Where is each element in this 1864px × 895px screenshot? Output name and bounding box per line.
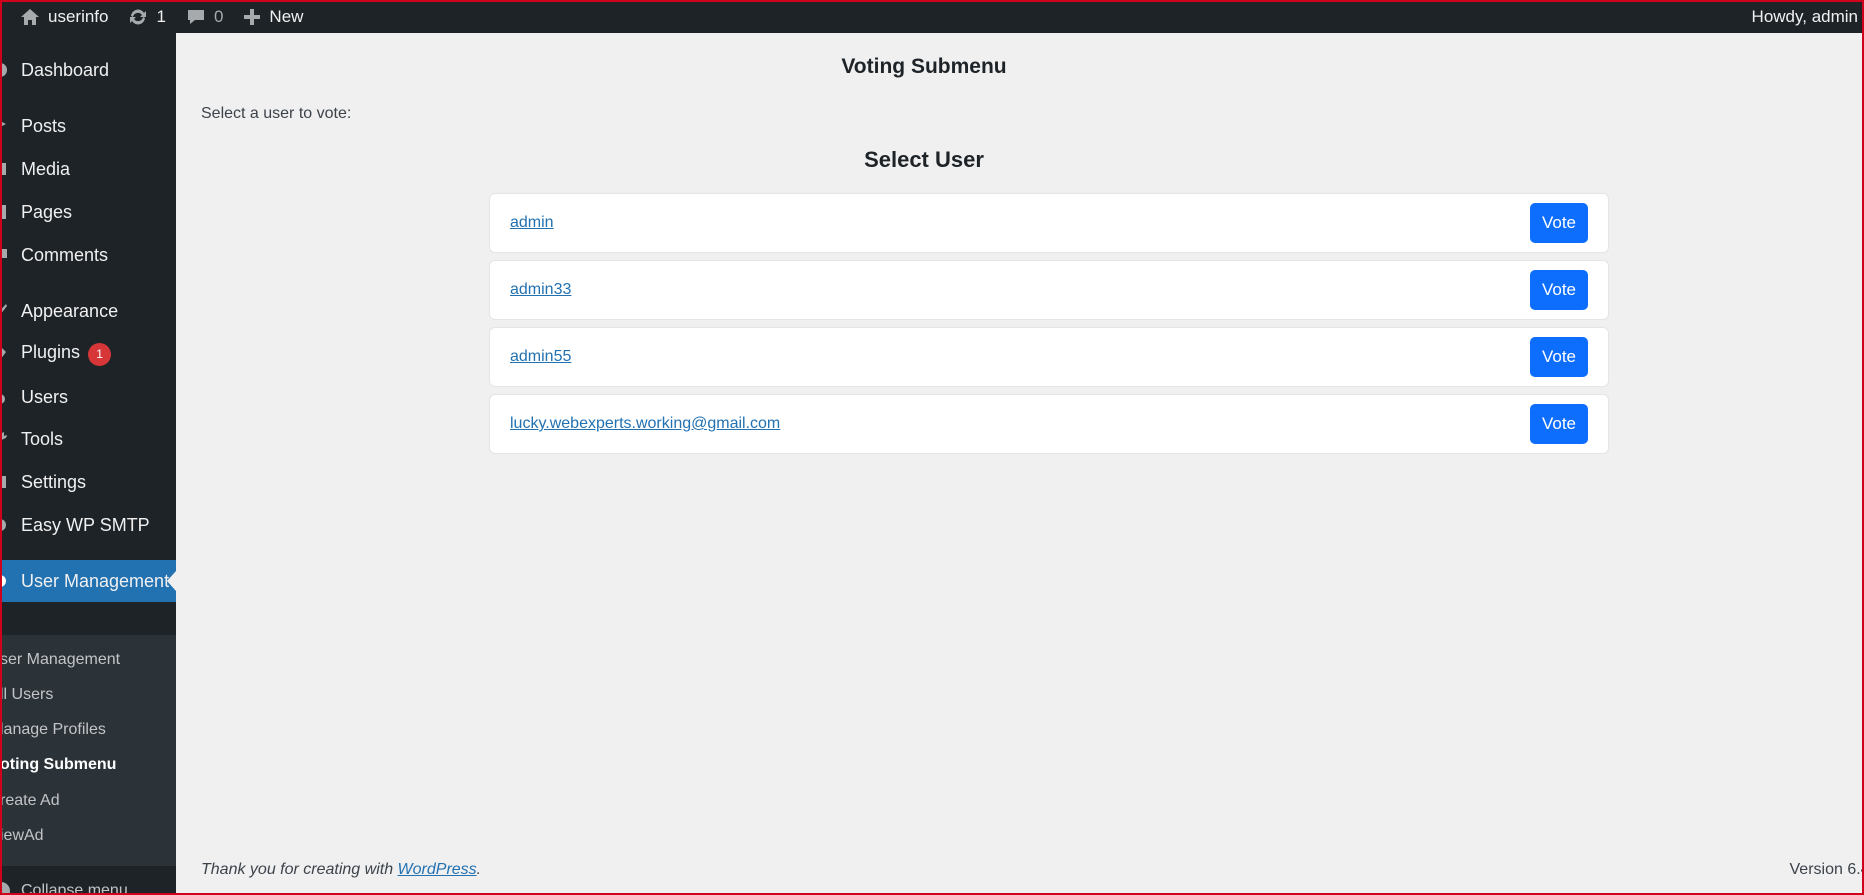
submenu-item-all-users[interactable]: ll Users — [0, 680, 176, 710]
footer-version: Version 6.4. — [1789, 861, 1864, 878]
howdy-text: Howdy, admin — [1751, 6, 1858, 26]
vote-button[interactable]: Vote — [1530, 203, 1588, 243]
site-name: userinfo — [48, 6, 109, 26]
main-content: Voting Submenu Select a user to vote: Se… — [176, 33, 1864, 895]
user-link[interactable]: admin55 — [510, 348, 571, 366]
admin-bar: userinfo 1 0 New Howdy, admin — [0, 0, 1864, 33]
plugin-update-badge: 1 — [88, 342, 112, 366]
sidebar-item-label: Pages — [21, 201, 73, 222]
home-icon — [20, 8, 40, 26]
vote-button[interactable]: Vote — [1530, 270, 1588, 310]
brush-icon — [0, 302, 8, 320]
plus-icon — [243, 8, 261, 26]
comments-count: 0 — [213, 6, 224, 26]
updates-icon — [128, 8, 148, 26]
collapse-menu-button[interactable]: Collapse menu — [0, 871, 176, 895]
sidebar-item-label: Settings — [21, 471, 87, 492]
vote-button[interactable]: Vote — [1530, 404, 1588, 444]
sidebar-item-comments[interactable]: Comments — [0, 234, 176, 276]
site-name-link[interactable]: userinfo — [10, 0, 118, 33]
sidebar-item-settings[interactable]: Settings — [0, 461, 176, 503]
user-list: admin Vote admin33 Vote admin55 Vote luc… — [489, 193, 1609, 461]
comment-bubble-icon — [186, 8, 206, 26]
pin-icon — [0, 117, 8, 135]
user-link[interactable]: lucky.webexperts.working@gmail.com — [510, 415, 780, 433]
sidebar-item-label: Appearance — [21, 300, 119, 321]
user-link[interactable]: admin33 — [510, 281, 571, 299]
sidebar-item-label: Media — [21, 158, 71, 179]
sidebar-item-label: Tools — [21, 428, 64, 449]
page-icon — [0, 203, 8, 221]
admin-sidebar: Dashboard Posts Media Pages Comments App… — [0, 33, 176, 895]
comment-icon — [0, 246, 8, 264]
collapse-arrow-icon — [0, 882, 10, 895]
section-title: Select User — [864, 147, 984, 172]
sidebar-item-label: Comments — [21, 244, 109, 265]
sidebar-item-tools[interactable]: Tools — [0, 418, 176, 460]
sidebar-item-appearance[interactable]: Appearance — [0, 290, 176, 332]
comments-link[interactable]: 0 — [176, 0, 233, 33]
wordpress-logo-icon[interactable] — [0, 0, 10, 33]
new-content-link[interactable]: New — [233, 0, 313, 33]
intro-text: Select a user to vote: — [201, 105, 352, 122]
collapse-menu-label: Collapse menu — [21, 882, 128, 895]
user-link[interactable]: admin — [510, 214, 554, 232]
mail-icon — [0, 516, 8, 534]
user-icon — [0, 388, 8, 406]
sidebar-item-label: Easy WP SMTP — [21, 514, 150, 535]
list-item: admin33 Vote — [489, 260, 1609, 320]
plugin-icon — [0, 345, 8, 363]
sidebar-item-user-management[interactable]: User Management — [0, 560, 176, 602]
new-label: New — [269, 6, 304, 26]
sidebar-item-dashboard[interactable]: Dashboard — [0, 49, 176, 91]
sidebar-item-label: Users — [21, 386, 69, 407]
sidebar-item-easy-wp-smtp[interactable]: Easy WP SMTP — [0, 504, 176, 546]
dashboard-icon — [0, 61, 8, 79]
wordpress-link[interactable]: WordPress — [398, 861, 477, 878]
submenu-item-create-ad[interactable]: reate Ad — [0, 786, 176, 816]
sidebar-item-users[interactable]: Users — [0, 376, 176, 418]
wrench-icon — [0, 430, 8, 448]
sidebar-item-label: Posts — [21, 115, 67, 136]
user-management-submenu: ser Management ll Users lanage Profiles … — [0, 635, 176, 866]
sidebar-item-posts[interactable]: Posts — [0, 105, 176, 147]
updates-link[interactable]: 1 — [118, 0, 175, 33]
sidebar-item-pages[interactable]: Pages — [0, 191, 176, 233]
updates-count: 1 — [156, 6, 166, 26]
media-icon — [0, 160, 8, 178]
list-item: admin55 Vote — [489, 327, 1609, 387]
footer-thanks: Thank you for creating with WordPress. — [201, 861, 482, 878]
page-title: Voting Submenu — [841, 55, 1007, 78]
submenu-item-user-management[interactable]: ser Management — [0, 645, 176, 675]
sidebar-item-media[interactable]: Media — [0, 148, 176, 190]
vote-button[interactable]: Vote — [1530, 337, 1588, 377]
list-item: admin Vote — [489, 193, 1609, 253]
list-item: lucky.webexperts.working@gmail.com Vote — [489, 394, 1609, 454]
gear-icon — [0, 572, 8, 590]
my-account-link[interactable]: Howdy, admin — [1742, 0, 1864, 33]
sidebar-item-label: User Management — [21, 570, 170, 591]
submenu-item-voting-submenu[interactable]: oting Submenu — [0, 750, 176, 780]
sidebar-item-label: Plugins 1 — [21, 342, 112, 366]
settings-icon — [0, 473, 8, 491]
sidebar-item-plugins[interactable]: Plugins 1 — [0, 333, 176, 375]
sidebar-item-label: Dashboard — [21, 59, 110, 80]
submenu-item-view-ad[interactable]: iewAd — [0, 821, 176, 851]
submenu-item-manage-profiles[interactable]: lanage Profiles — [0, 715, 176, 745]
